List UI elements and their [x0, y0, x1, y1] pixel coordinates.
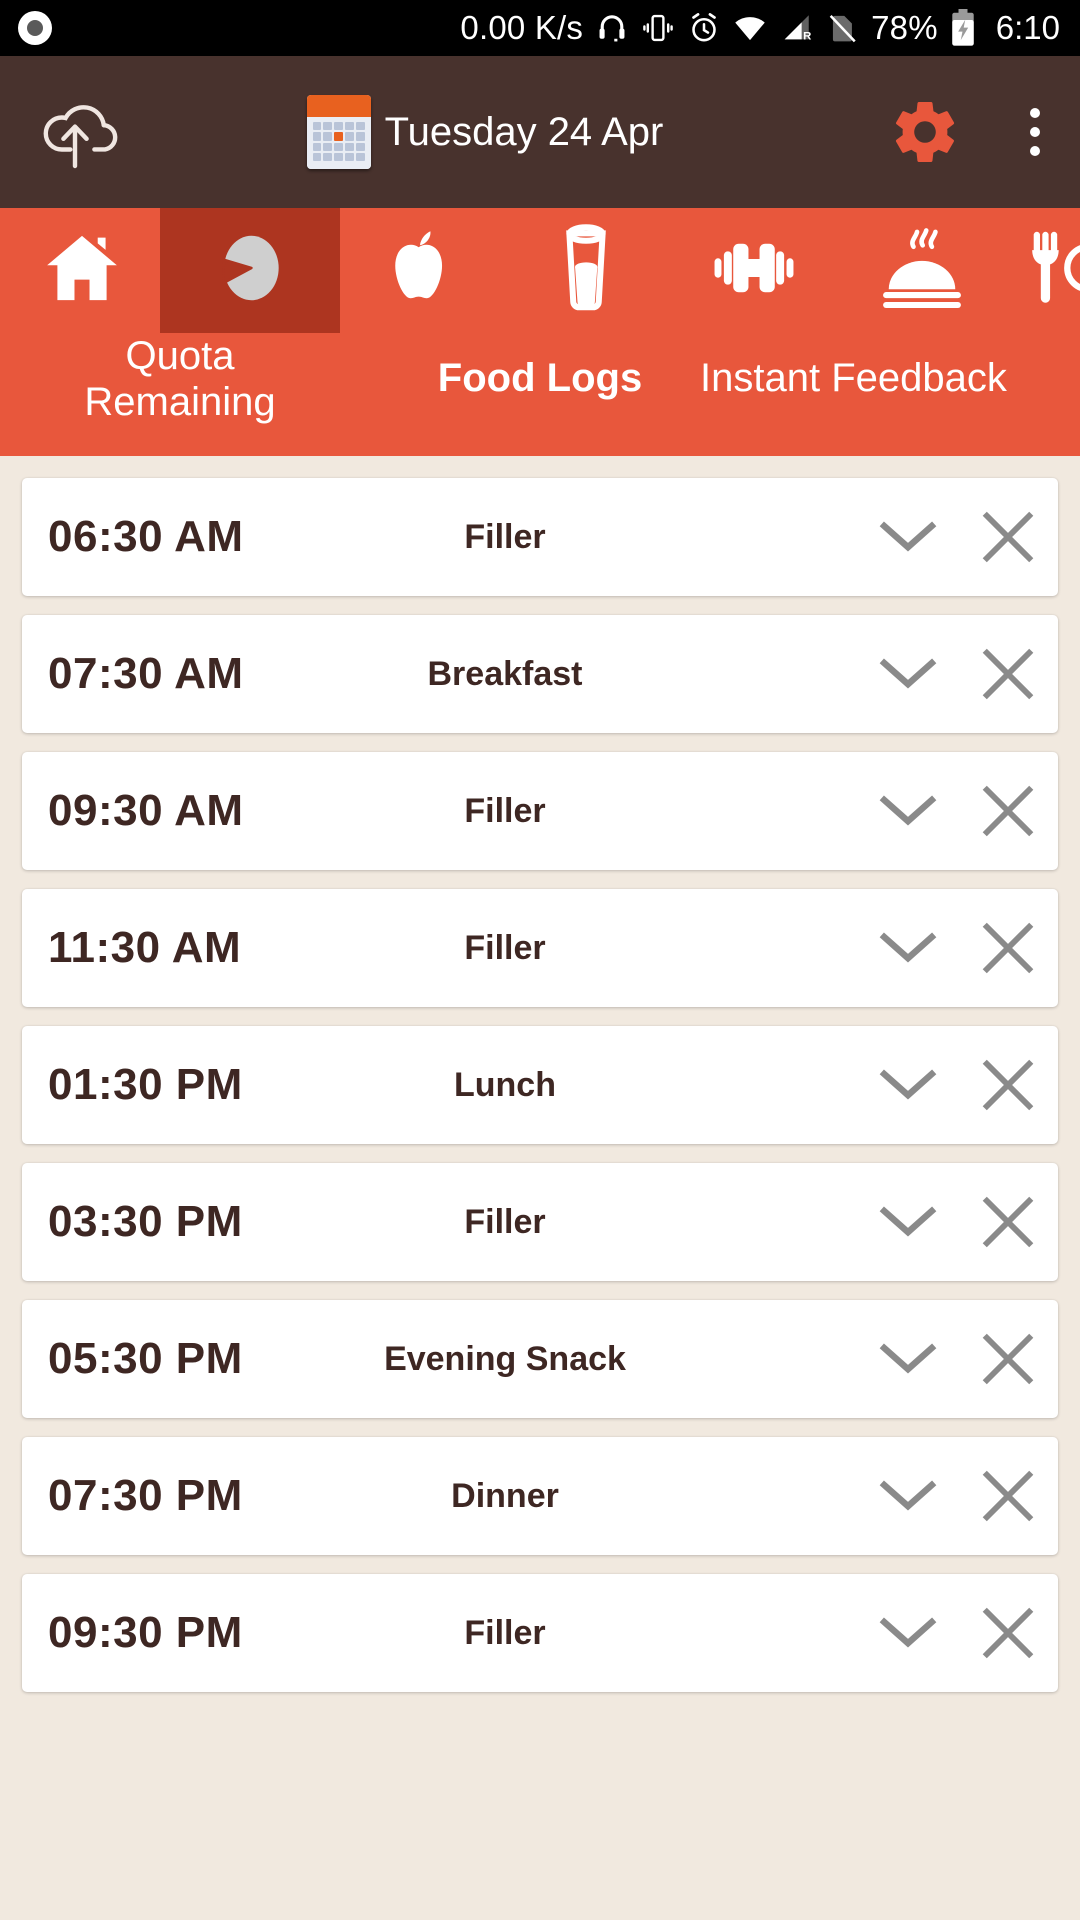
- chevron-down-icon[interactable]: [858, 1163, 958, 1281]
- more-vertical-icon[interactable]: [990, 108, 1080, 156]
- close-icon[interactable]: [958, 1574, 1058, 1692]
- row-time: 07:30 AM: [48, 649, 244, 698]
- row-time: 07:30 PM: [48, 1471, 243, 1520]
- chevron-down-icon[interactable]: [858, 752, 958, 870]
- table-row[interactable]: 06:30 AM Filler: [22, 478, 1058, 596]
- signal-roaming-icon: R: [779, 11, 813, 45]
- chevron-down-icon[interactable]: [858, 478, 958, 596]
- table-row[interactable]: 11:30 AM Filler: [22, 889, 1058, 1007]
- table-row[interactable]: 09:30 AM Filler: [22, 752, 1058, 870]
- home-icon: [41, 227, 123, 314]
- network-speed-text: 0.00 K/s: [460, 9, 584, 46]
- battery-charging-icon: [950, 9, 976, 47]
- chevron-down-icon[interactable]: [858, 889, 958, 1007]
- tab-label-quota-remaining: Quota Remaining: [84, 334, 276, 424]
- food-cover-icon: [876, 222, 968, 319]
- row-time: 09:30 PM: [48, 1608, 243, 1657]
- apple-icon: [379, 225, 457, 316]
- tab-quota-remaining[interactable]: [195, 208, 305, 333]
- row-label: Lunch: [454, 1065, 556, 1104]
- row-label: Filler: [464, 928, 546, 967]
- headphones-icon: [595, 11, 629, 45]
- tab-exercise[interactable]: [699, 208, 809, 333]
- battery-percent-text: 78%: [871, 9, 938, 46]
- close-icon[interactable]: [958, 752, 1058, 870]
- vibrate-icon: [641, 11, 675, 45]
- table-row[interactable]: 01:30 PM Lunch: [22, 1026, 1058, 1144]
- calendar-icon: [306, 95, 371, 169]
- row-label: Filler: [464, 517, 546, 556]
- svg-text:R: R: [803, 30, 811, 42]
- tab-apple[interactable]: [363, 208, 473, 333]
- alarm-icon: [687, 11, 721, 45]
- status-bar-left: [0, 11, 52, 45]
- row-time: 01:30 PM: [48, 1060, 243, 1109]
- close-icon[interactable]: [958, 889, 1058, 1007]
- table-row[interactable]: 07:30 AM Breakfast: [22, 615, 1058, 733]
- app-root: 0.00 K/s R 78% 6:10 Tuesday 24 Apr Quota…: [0, 0, 1080, 1920]
- row-label: Evening Snack: [384, 1339, 626, 1378]
- chevron-down-icon[interactable]: [858, 1437, 958, 1555]
- row-time: 11:30 AM: [48, 923, 242, 972]
- close-icon[interactable]: [958, 1026, 1058, 1144]
- wifi-icon: [733, 11, 767, 45]
- table-row[interactable]: 07:30 PM Dinner: [22, 1437, 1058, 1555]
- chevron-down-icon[interactable]: [858, 1574, 958, 1692]
- page-title: Tuesday 24 Apr: [384, 109, 664, 154]
- tab-meals[interactable]: [1020, 208, 1080, 333]
- row-time: 06:30 AM: [48, 512, 244, 561]
- row-label: Breakfast: [427, 654, 583, 693]
- row-label: Filler: [464, 791, 546, 830]
- app-bar: Tuesday 24 Apr: [0, 56, 1080, 208]
- chevron-down-icon[interactable]: [858, 1026, 958, 1144]
- clock-text: 6:10: [995, 9, 1060, 46]
- row-time: 05:30 PM: [48, 1334, 243, 1383]
- screen-record-icon: [18, 11, 52, 45]
- row-time: 03:30 PM: [48, 1197, 243, 1246]
- meal-schedule-list: 06:30 AM Filler 07:30 AM Breakfast 09:30…: [0, 456, 1080, 1920]
- tab-label-food-logs: Food Logs: [437, 356, 643, 400]
- tab-icon-row: [0, 208, 1080, 333]
- tab-label-row: Quota Remaining Food Logs Instant Feedba…: [0, 333, 1080, 456]
- table-row[interactable]: 09:30 PM Filler: [22, 1574, 1058, 1692]
- sim-off-icon: [825, 11, 859, 45]
- close-icon[interactable]: [958, 1300, 1058, 1418]
- tab-food-logs[interactable]: [531, 208, 641, 333]
- chevron-down-icon[interactable]: [858, 1300, 958, 1418]
- gear-icon[interactable]: [860, 96, 990, 168]
- tab-instant-feedback[interactable]: [867, 208, 977, 333]
- row-label: Dinner: [451, 1476, 559, 1515]
- fork-plate-icon: [1021, 225, 1080, 316]
- row-time: 09:30 AM: [48, 786, 244, 835]
- pie-chart-icon: [207, 225, 293, 316]
- table-row[interactable]: 05:30 PM Evening Snack: [22, 1300, 1058, 1418]
- close-icon[interactable]: [958, 478, 1058, 596]
- chevron-down-icon[interactable]: [858, 615, 958, 733]
- close-icon[interactable]: [958, 1437, 1058, 1555]
- status-bar-right: 0.00 K/s R 78% 6:10: [460, 9, 1080, 47]
- water-glass-icon: [550, 222, 622, 319]
- date-title-group[interactable]: Tuesday 24 Apr: [110, 95, 860, 169]
- table-row[interactable]: 03:30 PM Filler: [22, 1163, 1058, 1281]
- close-icon[interactable]: [958, 1163, 1058, 1281]
- tab-label-instant-feedback: Instant Feedback: [700, 356, 1007, 400]
- dumbbell-icon: [709, 235, 799, 306]
- status-bar: 0.00 K/s R 78% 6:10: [0, 0, 1080, 56]
- close-icon[interactable]: [958, 615, 1058, 733]
- tab-bar: Quota Remaining Food Logs Instant Feedba…: [0, 208, 1080, 456]
- row-label: Filler: [464, 1202, 546, 1241]
- tab-home[interactable]: [27, 208, 137, 333]
- row-label: Filler: [464, 1613, 546, 1652]
